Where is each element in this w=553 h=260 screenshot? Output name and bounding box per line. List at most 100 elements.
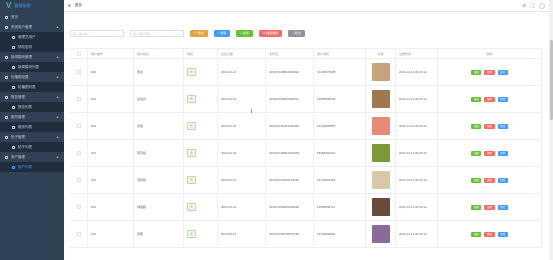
batch-delete-button[interactable]: ✕ 批量删除: [258, 30, 283, 37]
cell-phone: 13144658654: [314, 221, 366, 247]
sidebar-item-label: 轮播图设置: [11, 74, 29, 79]
detail-button[interactable]: 详情: [497, 96, 508, 102]
sidebar-item[interactable]: 系统用户管理 ▲: [0, 22, 64, 32]
table-row[interactable]: 006 阿达男 2024-03-14 220327198804060022 131456…: [70, 59, 542, 86]
delete-button[interactable]: 删除: [484, 96, 495, 102]
edit-button[interactable]: 编辑: [471, 231, 482, 237]
edit-button[interactable]: 编辑: [471, 69, 482, 75]
row-checkbox[interactable]: [76, 151, 81, 155]
user-photo[interactable]: [371, 198, 390, 216]
topbar-tools: ↺ ⛶: [522, 2, 545, 9]
table-row[interactable]: 004 某某长男 2024-03-14 220327198804050011 13258…: [70, 86, 542, 113]
add-button[interactable]: + 新增: [236, 30, 253, 37]
row-checkbox[interactable]: [76, 124, 81, 128]
header-photo: 头像: [366, 49, 396, 58]
sidebar-item-label: 帖子管理: [11, 134, 25, 139]
page-scrollbar[interactable]: [549, 0, 553, 260]
row-select-cell: [70, 113, 88, 139]
table-row[interactable]: 000 钟俊超男 2024-03-14 220327199609060083 13258…: [70, 194, 542, 221]
breadcrumb[interactable]: 首页: [75, 3, 82, 8]
cell-register-time: 2021-02-11 06:20:12: [396, 167, 438, 193]
phone-search-input[interactable]: 输入用户手机: [130, 30, 184, 37]
sidebar-item[interactable]: 管理员用户: [0, 32, 64, 42]
cell-birth-date: 2024-03-14: [218, 194, 266, 220]
reset-button[interactable]: ⊙ 重置: [190, 30, 208, 37]
sidebar-item-label: 服务列表: [18, 124, 32, 129]
sidebar-item[interactable]: 帖子列表: [0, 142, 64, 152]
delete-button[interactable]: 删除: [484, 204, 495, 210]
header-name: 用户姓名: [134, 49, 184, 58]
delete-button[interactable]: 删除: [484, 123, 495, 129]
sidebar-item[interactable]: 修改密码: [0, 42, 64, 52]
cell-photo: [366, 221, 396, 247]
scrollbar-thumb[interactable]: [549, 40, 553, 120]
sidebar-item[interactable]: 服务管理 ▲: [0, 112, 64, 122]
cell-phone: 13258598711: [314, 194, 366, 220]
sidebar-item[interactable]: 服务列表: [0, 122, 64, 132]
menu-icon: [12, 85, 15, 89]
detail-button[interactable]: 详情: [497, 150, 508, 156]
chevron-up-icon: ▲: [56, 135, 59, 139]
refresh-icon[interactable]: ↺: [522, 3, 526, 9]
delete-button[interactable]: 删除: [484, 150, 495, 156]
table-row[interactable]: 003 刘瑶男 2024-01-24 220327199404300399 131446…: [70, 113, 542, 140]
edit-button[interactable]: 编辑: [471, 96, 482, 102]
sidebar-item[interactable]: 报告列表: [0, 102, 64, 112]
edit-button[interactable]: 编辑: [471, 177, 482, 183]
cell-sex: 男: [184, 221, 218, 247]
delete-button[interactable]: 删除: [484, 69, 495, 75]
detail-button[interactable]: 详情: [497, 123, 508, 129]
sidebar-item[interactable]: 轮播图列表: [0, 82, 64, 92]
table-row[interactable]: 012 韦晓婷男 2024-03-14 220327199406133460 13144…: [70, 167, 542, 194]
cell-birth-date: 2024-01-22: [218, 140, 266, 166]
detail-button[interactable]: 详情: [497, 204, 508, 210]
sidebar-item[interactable]: 轮播图设置 ▲: [0, 72, 64, 82]
app-logo[interactable]: V 管理系统: [0, 0, 64, 12]
detail-button[interactable]: 详情: [497, 177, 508, 183]
delete-button[interactable]: 删除: [484, 231, 495, 237]
sidebar-item[interactable]: 首页: [0, 12, 64, 22]
app-title: 管理系统: [14, 3, 31, 8]
user-photo[interactable]: [371, 225, 390, 243]
sidebar-item[interactable]: 新闻模块管理 ▲: [0, 52, 64, 62]
user-photo[interactable]: [371, 171, 390, 189]
select-all-checkbox[interactable]: [76, 51, 81, 56]
user-photo[interactable]: [371, 144, 390, 162]
user-photo[interactable]: [371, 117, 390, 135]
table-row[interactable]: 015 宋鹏男 2024-03-14 220327198708070789 131446…: [70, 221, 542, 248]
detail-button[interactable]: 详情: [497, 69, 508, 75]
sidebar-item[interactable]: 用户列表: [0, 162, 64, 172]
edit-button[interactable]: 编辑: [471, 204, 482, 210]
row-checkbox[interactable]: [76, 70, 81, 74]
row-checkbox[interactable]: [76, 205, 81, 209]
row-checkbox[interactable]: [76, 178, 81, 182]
sex-tag: 男: [187, 149, 196, 157]
username-search-input[interactable]: 输入用户名: [70, 30, 124, 37]
cell-register-time: 2021-02-11 06:20:12: [396, 59, 438, 85]
edit-button[interactable]: 编辑: [471, 123, 482, 129]
user-avatar[interactable]: [539, 2, 545, 9]
search-button[interactable]: ⌕ 搜索: [213, 30, 231, 37]
delete-button[interactable]: 删除: [484, 177, 495, 183]
sidebar-item[interactable]: 报告管理 ▲: [0, 92, 64, 102]
menu-icon: [12, 35, 15, 39]
hamburger-icon[interactable]: ≡: [68, 3, 71, 9]
cell-id-card: 220327198804060022: [266, 59, 314, 85]
cell-photo: [366, 167, 396, 193]
table-row[interactable]: 010 项宇婷男 2024-01-22 220327198801030200 18358…: [70, 140, 542, 167]
user-photo[interactable]: [371, 90, 390, 108]
header-phone: 用户手机: [314, 49, 366, 58]
menu-icon: [12, 65, 15, 69]
sidebar-menu: 首页 系统用户管理 ▲ 管理员用户 修改密码 新闻模块管理 ▲ 新闻模块列表 轮播图设置 ▲ 轮播图…: [0, 12, 64, 172]
detail-button[interactable]: 详情: [497, 231, 508, 237]
user-photo[interactable]: [371, 63, 390, 81]
edit-button[interactable]: 编辑: [471, 150, 482, 156]
sidebar-item[interactable]: 帖子管理 ▲: [0, 132, 64, 142]
export-button[interactable]: ↓ 导出: [288, 30, 305, 37]
sidebar-item[interactable]: 用户管理 ▲: [0, 152, 64, 162]
row-checkbox[interactable]: [76, 232, 81, 236]
chevron-up-icon: ▲: [56, 75, 59, 79]
fullscreen-icon[interactable]: ⛶: [531, 3, 534, 8]
sidebar-item[interactable]: 新闻模块列表: [0, 62, 64, 72]
row-checkbox[interactable]: [76, 97, 81, 101]
